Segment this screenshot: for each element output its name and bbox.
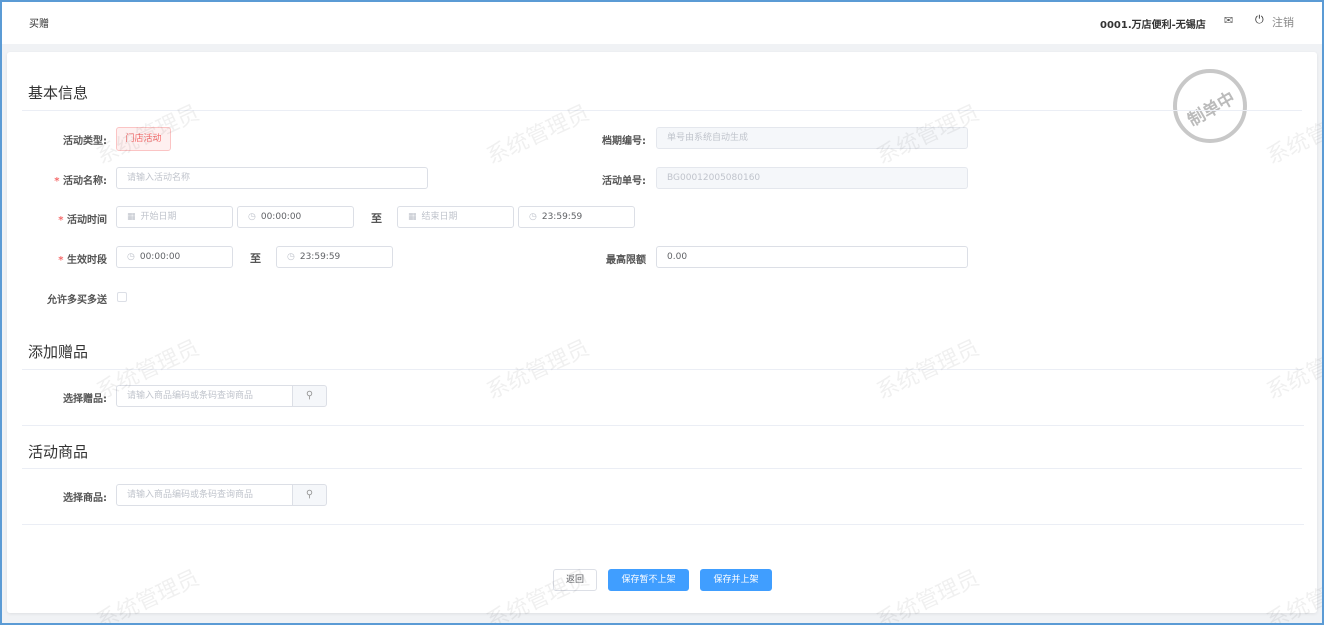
watermark-text: 系统管理员 bbox=[1262, 335, 1322, 405]
logout-link[interactable]: 注销 bbox=[1272, 14, 1294, 30]
watermark-text: 系统管理员 bbox=[1262, 565, 1322, 623]
top-header: 买赠 0001.万店便利-无锡店 ✉ ⏻ 注销 bbox=[2, 2, 1322, 44]
watermark-text: 系统管理员 bbox=[1262, 100, 1322, 170]
to-label: 至 bbox=[371, 212, 382, 225]
search-icon: ⚲ bbox=[305, 489, 314, 500]
status-stamp: 制单中 bbox=[1173, 69, 1247, 143]
app-frame: 买赠 0001.万店便利-无锡店 ✉ ⏻ 注销 制单中 基本信息 活动类型: 门… bbox=[2, 2, 1322, 623]
section-gift-title: 添加赠品 bbox=[28, 343, 89, 361]
type-tag: 门店活动 bbox=[116, 127, 171, 151]
to-label: 至 bbox=[250, 252, 261, 265]
divider bbox=[22, 468, 1302, 469]
divider bbox=[22, 524, 1304, 525]
watermark-text: 系统管理员 bbox=[872, 335, 984, 405]
gift-search-input[interactable]: 请输入商品编码或条码查询商品 bbox=[116, 385, 293, 407]
effective-start-input[interactable]: ◷ 00:00:00 bbox=[116, 246, 233, 268]
period-label: 档期编号: bbox=[602, 136, 646, 147]
clock-icon: ◷ bbox=[127, 252, 135, 262]
order-number-input[interactable]: BG00012005080160 bbox=[656, 167, 968, 189]
search-icon: ⚲ bbox=[305, 390, 314, 401]
name-label: 活动名称: bbox=[7, 172, 107, 187]
gift-search-button[interactable]: ⚲ bbox=[292, 385, 327, 407]
mail-icon[interactable]: ✉ bbox=[1224, 14, 1233, 27]
clock-icon: ◷ bbox=[529, 212, 537, 222]
divider bbox=[22, 369, 1302, 370]
section-goods-title: 活动商品 bbox=[28, 443, 89, 461]
type-label: 活动类型: bbox=[63, 136, 107, 147]
goods-label: 选择商品: bbox=[63, 493, 107, 504]
effective-label: 生效时段 bbox=[7, 251, 107, 266]
limit-input[interactable]: 0.00 bbox=[656, 246, 968, 268]
clock-icon: ◷ bbox=[248, 212, 256, 222]
watermark-text: 系统管理员 bbox=[92, 565, 204, 623]
period-number-input[interactable]: 单号由系统自动生成 bbox=[656, 127, 968, 149]
order-label: 活动单号: bbox=[602, 176, 646, 187]
multi-checkbox[interactable] bbox=[117, 292, 127, 302]
start-time-input[interactable]: ◷ 00:00:00 bbox=[237, 206, 354, 228]
goods-search-button[interactable]: ⚲ bbox=[292, 484, 327, 506]
end-date-input[interactable]: ▦ 结束日期 bbox=[397, 206, 514, 228]
save-publish-button[interactable]: 保存并上架 bbox=[700, 569, 772, 591]
multi-label: 允许多买多送 bbox=[47, 295, 107, 306]
save-draft-button[interactable]: 保存暂不上架 bbox=[608, 569, 689, 591]
section-basic-title: 基本信息 bbox=[28, 84, 89, 102]
limit-label: 最高限额 bbox=[606, 255, 646, 266]
goods-search-input[interactable]: 请输入商品编码或条码查询商品 bbox=[116, 484, 293, 506]
activity-name-input[interactable]: 请输入活动名称 bbox=[116, 167, 428, 189]
end-time-input[interactable]: ◷ 23:59:59 bbox=[518, 206, 635, 228]
watermark-text: 系统管理员 bbox=[872, 565, 984, 623]
form-card: 制单中 基本信息 活动类型: 门店活动 档期编号: 单号由系统自动生成 活动名称… bbox=[7, 52, 1322, 623]
divider bbox=[22, 425, 1304, 426]
back-button[interactable]: 返回 bbox=[553, 569, 597, 591]
page-title: 买赠 bbox=[29, 19, 49, 30]
gift-label: 选择赠品: bbox=[63, 394, 107, 405]
calendar-icon: ▦ bbox=[127, 212, 136, 222]
watermark-text: 系统管理员 bbox=[482, 335, 594, 405]
calendar-icon: ▦ bbox=[408, 212, 417, 222]
divider bbox=[22, 110, 1302, 111]
store-name: 0001.万店便利-无锡店 bbox=[1100, 20, 1206, 31]
effective-end-input[interactable]: ◷ 23:59:59 bbox=[276, 246, 393, 268]
start-date-input[interactable]: ▦ 开始日期 bbox=[116, 206, 233, 228]
clock-icon: ◷ bbox=[287, 252, 295, 262]
time-label: 活动时间 bbox=[7, 211, 107, 226]
power-icon[interactable]: ⏻ bbox=[1255, 13, 1264, 27]
